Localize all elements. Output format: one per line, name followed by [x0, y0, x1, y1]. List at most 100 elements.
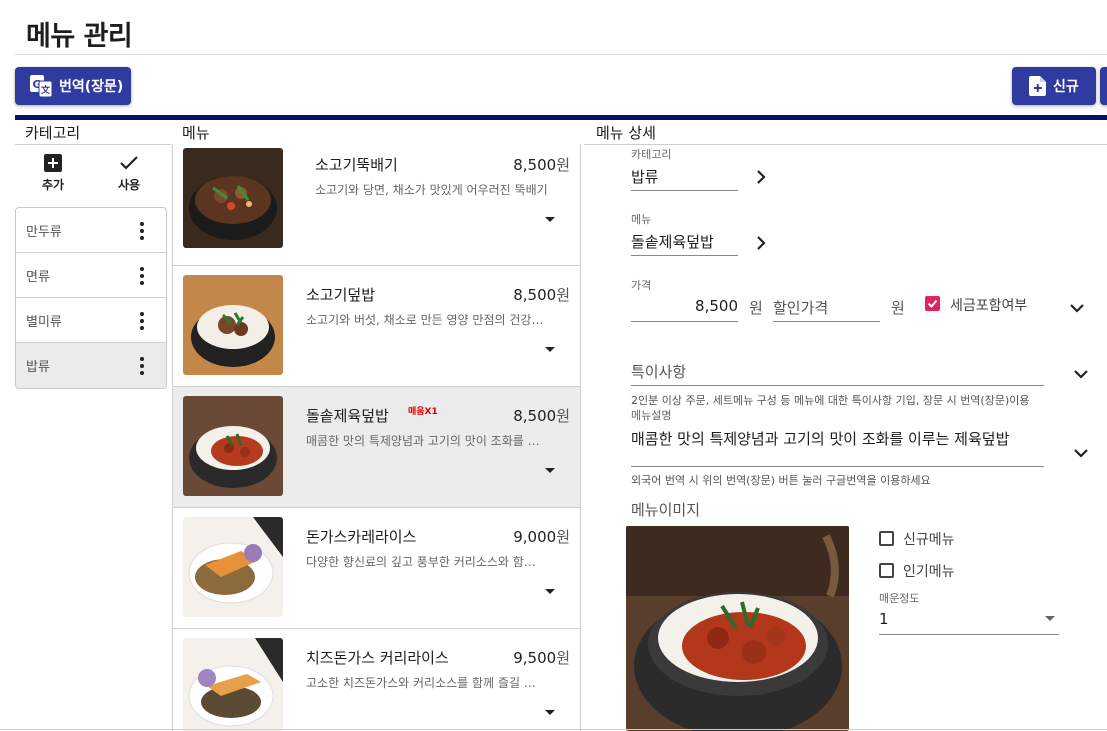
category-item[interactable]: 만두류 — [16, 208, 166, 253]
menu-description: 매콤한 맛의 특제양념과 고기의 맛이 조화를 이루는 제육덮밥 — [306, 434, 544, 448]
menu-image-label: 메뉴이미지 — [631, 501, 701, 519]
new-menu-label: 신규메뉴 — [903, 532, 955, 548]
check-icon — [927, 299, 938, 308]
popular-menu-checkbox[interactable] — [879, 563, 894, 578]
price-unit: 원 — [749, 299, 763, 317]
use-category-label: 사용 — [117, 178, 141, 192]
menu-description: 다양한 향신료의 깊고 풍부한 커리소스와 함께 즐기는 돈가스 — [306, 555, 544, 569]
spicy-level-select[interactable]: 1 — [879, 610, 889, 628]
translate-icon: G 文 — [30, 75, 53, 98]
add-category-button[interactable]: 추가 — [28, 152, 78, 193]
menu-photo — [183, 638, 283, 731]
category-item[interactable]: 면류 — [16, 253, 166, 298]
category-item-selected[interactable]: 밥류 — [16, 343, 166, 388]
menu-image[interactable] — [626, 526, 849, 731]
detail-heading-divider — [584, 144, 1107, 145]
spicy-level-label: 매운정도 — [879, 592, 920, 605]
menu-item[interactable]: 소고기뚝배기 8,500원 소고기와 당면, 채소가 맛있게 어우러진 뚝배기 — [173, 145, 580, 266]
menu-list: 소고기뚝배기 8,500원 소고기와 당면, 채소가 맛있게 어우러진 뚝배기 … — [172, 145, 581, 731]
chevron-down-icon[interactable] — [1073, 447, 1089, 459]
menu-name: 소고기덮밥 — [306, 286, 376, 304]
detail-category-label: 카테고리 — [631, 148, 672, 161]
menu-price: 8,500원 — [513, 407, 570, 425]
translate-button-label: 번역(장문) — [59, 79, 124, 95]
menu-price: 8,500원 — [513, 286, 570, 304]
check-icon — [120, 156, 138, 170]
translate-button[interactable]: G 文 번역(장문) — [15, 67, 131, 105]
more-vertical-icon[interactable] — [140, 267, 144, 288]
category-item-label: 별미류 — [26, 314, 62, 330]
detail-price-label: 가격 — [631, 279, 652, 292]
category-heading-divider — [15, 144, 172, 145]
special-notes-hint: 2인분 이상 주문, 세트메뉴 구성 등 메뉴에 대한 특이사항 기입, 장문 … — [631, 394, 1030, 407]
bottom-divider — [0, 729, 1107, 730]
category-item-label: 면류 — [26, 269, 50, 285]
menu-name: 돌솥제육덮밥 — [306, 407, 389, 425]
menu-price: 9,000원 — [513, 528, 570, 546]
menu-item[interactable]: 돈가스카레라이스 9,000원 다양한 향신료의 깊고 풍부한 커리소스와 함께… — [173, 508, 580, 629]
expand-caret-icon[interactable] — [545, 217, 555, 222]
detail-menu-label: 메뉴 — [631, 213, 652, 226]
chevron-down-icon[interactable] — [1069, 302, 1085, 314]
new-menu-checkbox[interactable] — [879, 531, 894, 546]
chevron-right-icon[interactable] — [755, 169, 767, 185]
expand-caret-icon[interactable] — [545, 468, 555, 473]
menu-photo — [183, 396, 283, 496]
header-bar — [15, 115, 1107, 120]
menu-name: 돈가스카레라이스 — [306, 528, 417, 546]
new-button-label: 신규 — [1053, 79, 1079, 95]
menu-description-underline — [631, 466, 1044, 467]
menu-description-input[interactable]: 매콤한 맛의 특제양념과 고기의 맛이 조화를 이루는 제육덮밥 — [631, 428, 1009, 449]
chevron-down-icon[interactable] — [1073, 368, 1089, 380]
menu-description: 고소한 치즈돈가스와 커리소스를 함께 즐길 수 있는 메뉴 — [306, 676, 544, 690]
special-notes-underline — [631, 385, 1044, 386]
more-vertical-icon[interactable] — [140, 222, 144, 243]
more-vertical-icon[interactable] — [140, 312, 144, 333]
detail-column-heading: 메뉴 상세 — [596, 124, 656, 142]
discount-price-input[interactable]: 할인가격 — [773, 297, 828, 318]
detail-menu-field[interactable]: 돌솥제육덮밥 — [631, 231, 714, 252]
price-field-underline — [631, 321, 738, 322]
menu-item[interactable]: 소고기덮밥 8,500원 소고기와 버섯, 채소로 만든 영양 만점의 건강 덮… — [173, 266, 580, 387]
svg-text:文: 文 — [40, 84, 51, 96]
tax-included-label: 세금포함여부 — [950, 298, 1028, 314]
expand-caret-icon[interactable] — [545, 710, 555, 715]
category-field-underline — [631, 190, 738, 191]
popular-menu-label: 인기메뉴 — [903, 564, 955, 580]
expand-caret-icon[interactable] — [545, 589, 555, 594]
description-translate-hint: 외국어 번역 시 위의 번역(장문) 버튼 눌러 구글번역을 이용하세요 — [631, 474, 931, 487]
special-notes-input[interactable]: 특이사항 — [631, 361, 686, 382]
menu-name: 치즈돈가스 커리라이스 — [306, 649, 449, 667]
more-vertical-icon[interactable] — [140, 357, 144, 378]
menu-price: 8,500원 — [513, 156, 570, 174]
new-document-icon — [1029, 76, 1046, 96]
extra-button[interactable] — [1100, 67, 1107, 105]
menu-field-underline — [631, 255, 738, 256]
menu-price: 9,500원 — [513, 649, 570, 667]
add-box-icon — [44, 154, 62, 172]
discount-unit: 원 — [891, 299, 905, 317]
menu-description: 소고기와 당면, 채소가 맛있게 어우러진 뚝배기 — [315, 183, 548, 197]
add-category-label: 추가 — [41, 178, 65, 192]
chevron-right-icon[interactable] — [755, 235, 767, 251]
menu-item[interactable]: 치즈돈가스 커리라이스 9,500원 고소한 치즈돈가스와 커리소스를 함께 즐… — [173, 629, 580, 731]
expand-caret-icon[interactable] — [545, 347, 555, 352]
category-item[interactable]: 별미류 — [16, 298, 166, 343]
menu-item-selected[interactable]: 돌솥제육덮밥 매움X1 8,500원 매콤한 맛의 특제양념과 고기의 맛이 조… — [173, 387, 580, 508]
tax-included-checkbox[interactable] — [925, 296, 940, 311]
new-button[interactable]: 신규 — [1012, 67, 1096, 105]
discount-field-underline — [773, 321, 880, 322]
spicy-badge: 매움X1 — [408, 407, 438, 417]
detail-category-field[interactable]: 밥류 — [631, 166, 659, 187]
category-column-heading: 카테고리 — [25, 124, 81, 142]
category-item-label: 밥류 — [26, 360, 50, 375]
category-item-label: 만두류 — [26, 224, 62, 240]
menu-description: 소고기와 버섯, 채소로 만든 영양 만점의 건강 덮밥 — [306, 313, 544, 327]
use-category-button[interactable]: 사용 — [104, 152, 154, 193]
menu-photo — [183, 517, 283, 617]
menu-column-heading: 메뉴 — [182, 124, 210, 142]
category-list: 만두류 면류 별미류 밥류 — [15, 207, 167, 389]
price-input[interactable]: 8,500 — [631, 297, 738, 315]
title-divider — [15, 54, 1107, 55]
spicy-select-caret-icon[interactable] — [1045, 616, 1055, 621]
